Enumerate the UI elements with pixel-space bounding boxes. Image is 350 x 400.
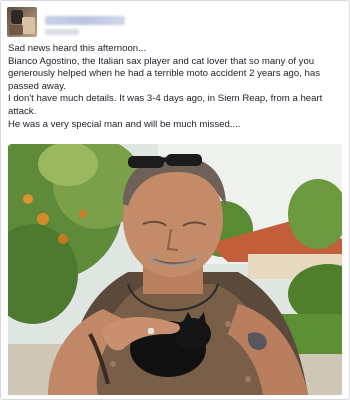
post-line: Sad news heard this afternoon... <box>8 43 147 54</box>
post-card: Sad news heard this afternoon... Bianco … <box>0 0 350 400</box>
post-body: Sad news heard this afternoon... Bianco … <box>8 43 346 131</box>
post-line: Bianco Agostino, the Italian sax player … <box>8 55 320 92</box>
post-timestamp-redacted[interactable] <box>45 29 79 35</box>
post-header <box>7 7 337 39</box>
post-line: I don't have much details. It was 3-4 da… <box>8 93 323 117</box>
post-photo[interactable] <box>8 144 342 395</box>
author-name-redacted[interactable] <box>45 16 125 25</box>
post-line: He was a very special man and will be mu… <box>8 118 241 130</box>
author-avatar[interactable] <box>7 7 37 37</box>
